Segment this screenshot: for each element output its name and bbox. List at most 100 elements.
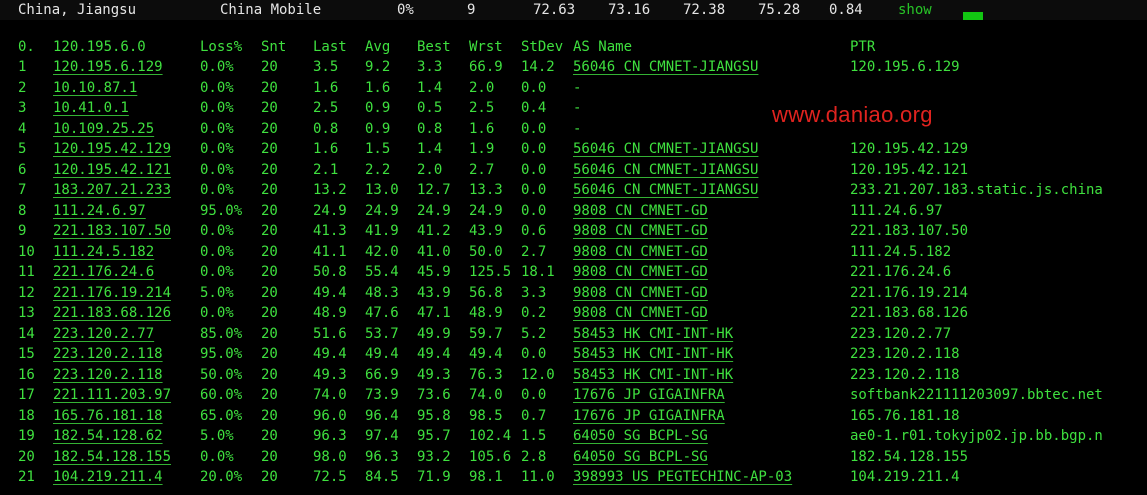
- cell-snt: 20: [261, 346, 278, 362]
- cell-stdev: 0.0: [521, 346, 547, 362]
- cell-snt: 20: [261, 79, 278, 96]
- cell-asname[interactable]: 64050 SG BCPL-SG: [573, 428, 708, 444]
- cell-asname[interactable]: 9808 CN CMNET-GD: [573, 305, 708, 321]
- cell-host[interactable]: 182.54.128.62: [53, 428, 163, 444]
- cell-ptr: softbank221111203097.bbtec.net: [850, 387, 1103, 403]
- cell-asname[interactable]: 17676 JP GIGAINFRA: [573, 408, 725, 424]
- cell-stdev: 3.3: [521, 284, 547, 301]
- cell-best: 1.4: [417, 141, 443, 157]
- cell-asname[interactable]: 9808 CN CMNET-GD: [573, 203, 708, 219]
- cell-host[interactable]: 221.176.24.6: [53, 264, 154, 280]
- cell-host[interactable]: 221.111.203.97: [53, 387, 171, 403]
- cell-asname[interactable]: 56046 CN CMNET-JIANGSU: [573, 162, 758, 178]
- cell-ptr: 111.24.5.182: [850, 243, 952, 260]
- cell-asname[interactable]: 56046 CN CMNET-JIANGSU: [573, 141, 758, 157]
- cell-avg: 47.6: [365, 305, 399, 321]
- summary-location: China, Jiangsu: [18, 2, 137, 18]
- cell-last: 24.9: [313, 202, 347, 219]
- col-stdev: StDev: [521, 39, 564, 55]
- cell-asname[interactable]: 9808 CN CMNET-GD: [573, 223, 708, 239]
- cell-avg: 41.9: [365, 223, 399, 239]
- cell-loss: 0.0%: [200, 141, 234, 157]
- cell-wrst: 98.1: [469, 469, 503, 485]
- cell-wrst: 2.7: [469, 161, 495, 178]
- cell-host[interactable]: 223.120.2.118: [53, 346, 163, 362]
- cell-last: 1.6: [313, 79, 339, 96]
- cell-best: 0.8: [417, 120, 443, 137]
- cell-best: 95.7: [417, 428, 451, 444]
- cell-best: 73.6: [417, 387, 451, 403]
- cell-avg: 49.4: [365, 346, 399, 362]
- cell-ptr: 221.183.68.126: [850, 305, 969, 321]
- table-row: 19 182.54.128.62 5.0% 20 96.3 97.4 95.7 102.4 1.…: [0, 427, 1147, 447]
- cell-host[interactable]: 111.24.6.97: [53, 203, 146, 219]
- cell-host[interactable]: 165.76.181.18: [53, 408, 163, 424]
- show-link[interactable]: show: [898, 2, 932, 18]
- cell-asname[interactable]: 17676 JP GIGAINFRA: [573, 387, 725, 403]
- cell-asname[interactable]: 58453 HK CMI-INT-HK: [573, 367, 733, 383]
- cell-hop: 16: [18, 366, 35, 383]
- cell-host[interactable]: 221.183.107.50: [53, 223, 171, 239]
- cell-ptr: 221.183.107.50: [850, 223, 969, 239]
- cell-stdev: 0.0: [521, 141, 547, 157]
- cell-asname[interactable]: 398993 US PEGTECHINC-AP-03: [573, 469, 792, 485]
- cell-snt: 20: [261, 264, 278, 280]
- cell-avg: 53.7: [365, 325, 399, 342]
- cell-loss: 0.0%: [200, 243, 234, 260]
- col-asname: AS Name: [573, 39, 633, 55]
- cell-wrst: 105.6: [469, 448, 512, 465]
- cell-hop: 7: [18, 182, 27, 198]
- cell-host[interactable]: 120.195.6.129: [53, 59, 163, 75]
- cell-last: 49.4: [313, 346, 347, 362]
- cell-hop: 20: [18, 448, 35, 465]
- cell-host[interactable]: 104.219.211.4: [53, 469, 163, 485]
- cell-loss: 0.0%: [200, 305, 234, 321]
- cell-avg: 0.9: [365, 120, 391, 137]
- cell-asname: -: [573, 120, 582, 137]
- cell-snt: 20: [261, 120, 278, 137]
- cell-host[interactable]: 182.54.128.155: [53, 449, 171, 465]
- cell-host[interactable]: 183.207.21.233: [53, 182, 171, 198]
- cell-asname[interactable]: 56046 CN CMNET-JIANGSU: [573, 182, 758, 198]
- cell-asname[interactable]: 9808 CN CMNET-GD: [573, 244, 708, 260]
- cell-asname[interactable]: 58453 HK CMI-INT-HK: [573, 326, 733, 342]
- cell-last: 96.3: [313, 428, 347, 444]
- cell-asname[interactable]: 64050 SG BCPL-SG: [573, 449, 708, 465]
- summary-value-5: 0.84: [829, 2, 863, 18]
- cell-snt: 20: [261, 469, 278, 485]
- cell-host[interactable]: 223.120.2.77: [53, 326, 154, 342]
- cell-wrst: 66.9: [469, 59, 503, 75]
- cell-asname[interactable]: 58453 HK CMI-INT-HK: [573, 346, 733, 362]
- cell-hop: 6: [18, 161, 27, 178]
- cell-hop: 3: [18, 100, 27, 116]
- table-row: 4 10.109.25.25 0.0% 20 0.8 0.9 0.8 1.6 0.0 -: [0, 120, 1147, 140]
- summary-value-3: 72.38: [683, 2, 726, 18]
- cell-wrst: 74.0: [469, 387, 503, 403]
- cell-host[interactable]: 221.183.68.126: [53, 305, 171, 321]
- cell-last: 51.6: [313, 325, 347, 342]
- cell-asname[interactable]: 9808 CN CMNET-GD: [573, 285, 708, 301]
- watermark: www.daniao.org: [772, 102, 933, 127]
- table-row: 17 221.111.203.97 60.0% 20 74.0 73.9 73.6 74.0 0…: [0, 386, 1147, 406]
- cell-host[interactable]: 111.24.5.182: [53, 244, 154, 260]
- cell-host[interactable]: 10.41.0.1: [53, 100, 129, 116]
- cell-host[interactable]: 120.195.42.121: [53, 162, 171, 178]
- cell-hop: 19: [18, 428, 35, 444]
- cell-stdev: 0.0: [521, 387, 547, 403]
- cell-stdev: 5.2: [521, 325, 547, 342]
- cell-asname[interactable]: 9808 CN CMNET-GD: [573, 264, 708, 280]
- cell-wrst: 50.0: [469, 243, 503, 260]
- table-row: 3 10.41.0.1 0.0% 20 2.5 0.9 0.5 2.5 0.4 -: [0, 99, 1147, 119]
- table-row: 2 10.10.87.1 0.0% 20 1.6 1.6 1.4 2.0 0.0 -: [0, 79, 1147, 99]
- cell-host[interactable]: 223.120.2.118: [53, 367, 163, 383]
- cell-host[interactable]: 10.10.87.1: [53, 80, 137, 96]
- cell-host[interactable]: 221.176.19.214: [53, 285, 171, 301]
- cell-host[interactable]: 10.109.25.25: [53, 121, 154, 137]
- summary-loss: 0%: [397, 2, 414, 18]
- cell-asname[interactable]: 56046 CN CMNET-JIANGSU: [573, 59, 758, 75]
- cell-host[interactable]: 120.195.42.129: [53, 141, 171, 157]
- cell-last: 98.0: [313, 448, 347, 465]
- cell-stdev: 0.6: [521, 223, 547, 239]
- table-row: 9 221.183.107.50 0.0% 20 41.3 41.9 41.2 43.9 0.6…: [0, 222, 1147, 242]
- cell-wrst: 98.5: [469, 407, 503, 424]
